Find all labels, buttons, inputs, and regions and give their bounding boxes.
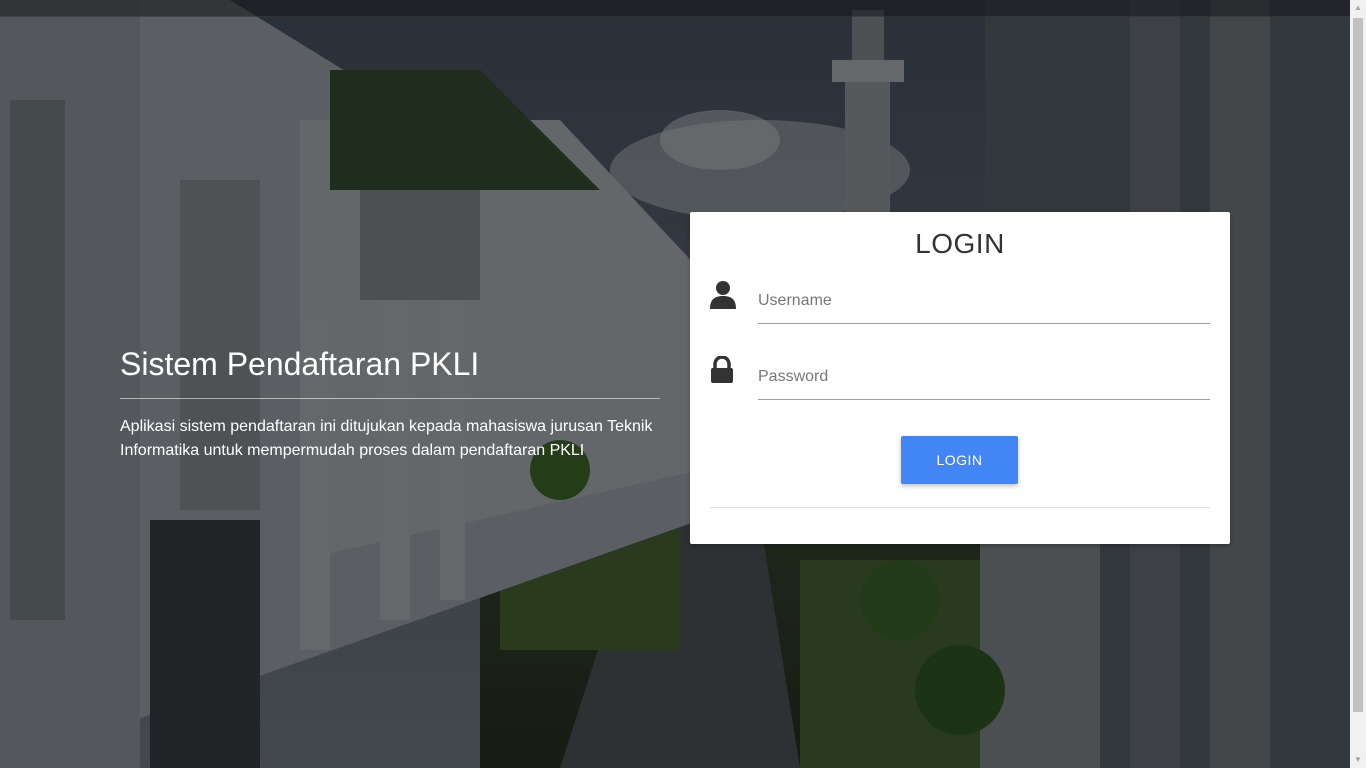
- hero-section: Sistem Pendaftaran PKLI Aplikasi sistem …: [120, 340, 660, 463]
- lock-icon: [710, 356, 738, 388]
- login-title: LOGIN: [915, 228, 1005, 259]
- username-field: [710, 278, 1210, 328]
- password-input[interactable]: [758, 354, 1210, 400]
- hero-title: Sistem Pendaftaran PKLI: [120, 340, 660, 399]
- username-input[interactable]: [758, 278, 1210, 324]
- login-button[interactable]: LOGIN: [901, 436, 1018, 484]
- scrollbar-thumb[interactable]: [1353, 18, 1363, 712]
- password-field: [710, 354, 1210, 404]
- vertical-scrollbar[interactable]: ▲ ▼: [1350, 0, 1366, 768]
- hero-description: Aplikasi sistem pendaftaran ini ditujuka…: [120, 418, 653, 459]
- login-page: Sistem Pendaftaran PKLI Aplikasi sistem …: [0, 0, 1366, 768]
- login-card: LOGIN LOGIN: [690, 212, 1230, 544]
- user-icon: [710, 280, 738, 312]
- card-divider: [710, 507, 1210, 508]
- top-bar: [0, 0, 1350, 17]
- scroll-down-icon[interactable]: ▼: [1350, 752, 1366, 768]
- scroll-up-icon[interactable]: ▲: [1350, 0, 1366, 16]
